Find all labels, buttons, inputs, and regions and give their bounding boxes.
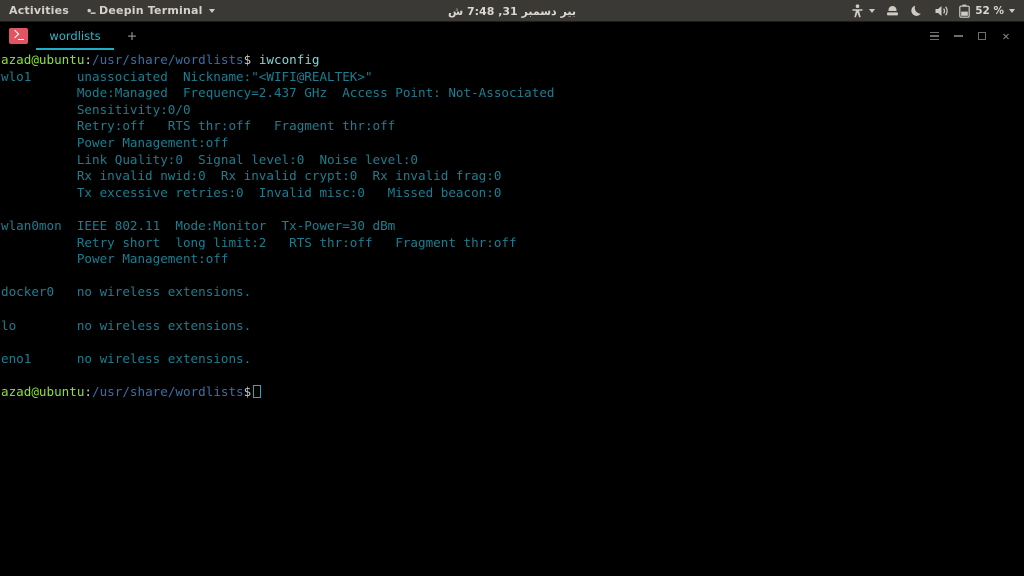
topbar-right-group: 52 % bbox=[846, 0, 1020, 22]
speaker-icon bbox=[934, 4, 949, 18]
chevron-down-icon bbox=[208, 8, 215, 13]
activities-label: Activities bbox=[9, 4, 70, 17]
terminal-tab-bar: wordlists + ✕ bbox=[0, 22, 1024, 50]
terminal-output-line: Retry short long limit:2 RTS thr:off Fra… bbox=[1, 234, 517, 250]
terminal-output-line: Retry:off RTS thr:off Fragment thr:off bbox=[1, 118, 396, 134]
terminal-output-line: Sensitivity:0/0 bbox=[1, 101, 191, 117]
tab-wordlists[interactable]: wordlists bbox=[36, 22, 114, 50]
gnome-top-bar: Activities Deepin Terminal بير دسمبر 31,… bbox=[0, 0, 1024, 22]
terminal-output-line: lo no wireless extensions. bbox=[1, 317, 252, 333]
moon-icon bbox=[910, 4, 924, 18]
prompt-sigil: $ bbox=[243, 383, 252, 399]
activities-button[interactable]: Activities bbox=[0, 0, 78, 22]
battery-percent-label: 52 % bbox=[975, 5, 1004, 17]
close-button[interactable]: ✕ bbox=[994, 22, 1018, 50]
terminal-app-icon-box bbox=[0, 22, 36, 50]
plus-icon: + bbox=[127, 27, 137, 45]
terminal-output-line: eno1 no wireless extensions. bbox=[1, 350, 252, 366]
network-status-icon-group[interactable] bbox=[880, 0, 905, 22]
terminal-output-line: wlo1 unassociated Nickname:"<WIFI@REALTE… bbox=[1, 68, 373, 84]
chevron-down-icon bbox=[869, 9, 876, 13]
hamburger-menu-icon bbox=[929, 31, 939, 41]
maximize-icon bbox=[978, 32, 986, 40]
chevron-down-icon bbox=[1009, 9, 1015, 13]
app-menu-button[interactable]: Deepin Terminal bbox=[78, 0, 224, 22]
terminal-output-line: Tx excessive retries:0 Invalid misc:0 Mi… bbox=[1, 184, 502, 200]
volume-icon-group[interactable] bbox=[929, 0, 954, 22]
terminal-output-line: Mode:Managed Frequency=2.437 GHz Access … bbox=[1, 85, 555, 101]
new-tab-button[interactable]: + bbox=[114, 22, 150, 50]
terminal-output-line: Link Quality:0 Signal level:0 Noise leve… bbox=[1, 151, 419, 167]
terminal-output-line: wlan0mon IEEE 802.11 Mode:Monitor Tx-Pow… bbox=[1, 217, 396, 233]
prompt-user-host: azad@ubuntu bbox=[1, 52, 85, 67]
minimize-icon bbox=[953, 35, 963, 37]
terminal-active-prompt-line: azad@ubuntu:/usr/share/wordlists$ bbox=[0, 384, 1024, 401]
terminal-output-area[interactable]: azad@ubuntu:/usr/share/wordlists$ iwconf… bbox=[0, 50, 1024, 576]
prompt-path: /usr/share/wordlists bbox=[92, 383, 244, 399]
topbar-left-group: Activities Deepin Terminal bbox=[0, 0, 224, 22]
hamburger-menu-button[interactable] bbox=[922, 22, 946, 50]
terminal-output-line: Power Management:off bbox=[1, 251, 229, 267]
night-light-icon-group[interactable] bbox=[905, 0, 929, 22]
battery-icon bbox=[959, 4, 971, 18]
prompt-separator: : bbox=[84, 383, 92, 399]
prompt-separator: : bbox=[84, 52, 92, 67]
accessibility-icon bbox=[851, 4, 864, 18]
prompt-path: /usr/share/wordlists bbox=[92, 52, 244, 67]
terminal-output-line: Rx invalid nwid:0 Rx invalid crypt:0 Rx … bbox=[1, 168, 502, 184]
deepin-terminal-window: wordlists + ✕ azad@ubuntu:/usr/share/wor… bbox=[0, 22, 1024, 576]
terminal-command-text: iwconfig bbox=[258, 52, 320, 67]
prompt-user-host: azad@ubuntu bbox=[1, 383, 85, 399]
deepin-terminal-icon bbox=[8, 28, 28, 44]
terminal-output-line: Power Management:off bbox=[1, 134, 229, 150]
terminal-cursor[interactable] bbox=[253, 384, 261, 398]
terminal-dot-icon bbox=[87, 7, 96, 14]
close-icon: ✕ bbox=[1002, 29, 1010, 43]
network-icon bbox=[885, 4, 900, 18]
minimize-button[interactable] bbox=[946, 22, 970, 50]
maximize-button[interactable] bbox=[970, 22, 994, 50]
tab-label: wordlists bbox=[49, 29, 101, 43]
window-controls: ✕ bbox=[922, 22, 1018, 50]
battery-status-button[interactable]: 52 % bbox=[954, 0, 1020, 22]
accessibility-menu-button[interactable] bbox=[846, 0, 880, 22]
terminal-output-line: docker0 no wireless extensions. bbox=[1, 284, 252, 300]
iwconfig-output: wlo1 unassociated Nickname:"<WIFI@REALTE… bbox=[0, 69, 1024, 384]
terminal-command bbox=[251, 52, 259, 67]
app-menu-label: Deepin Terminal bbox=[99, 4, 203, 17]
clock-button[interactable]: بير دسمبر 31, 7:48 ش bbox=[448, 5, 576, 18]
terminal-prompt-line: azad@ubuntu:/usr/share/wordlists$ iwconf… bbox=[0, 52, 1024, 69]
